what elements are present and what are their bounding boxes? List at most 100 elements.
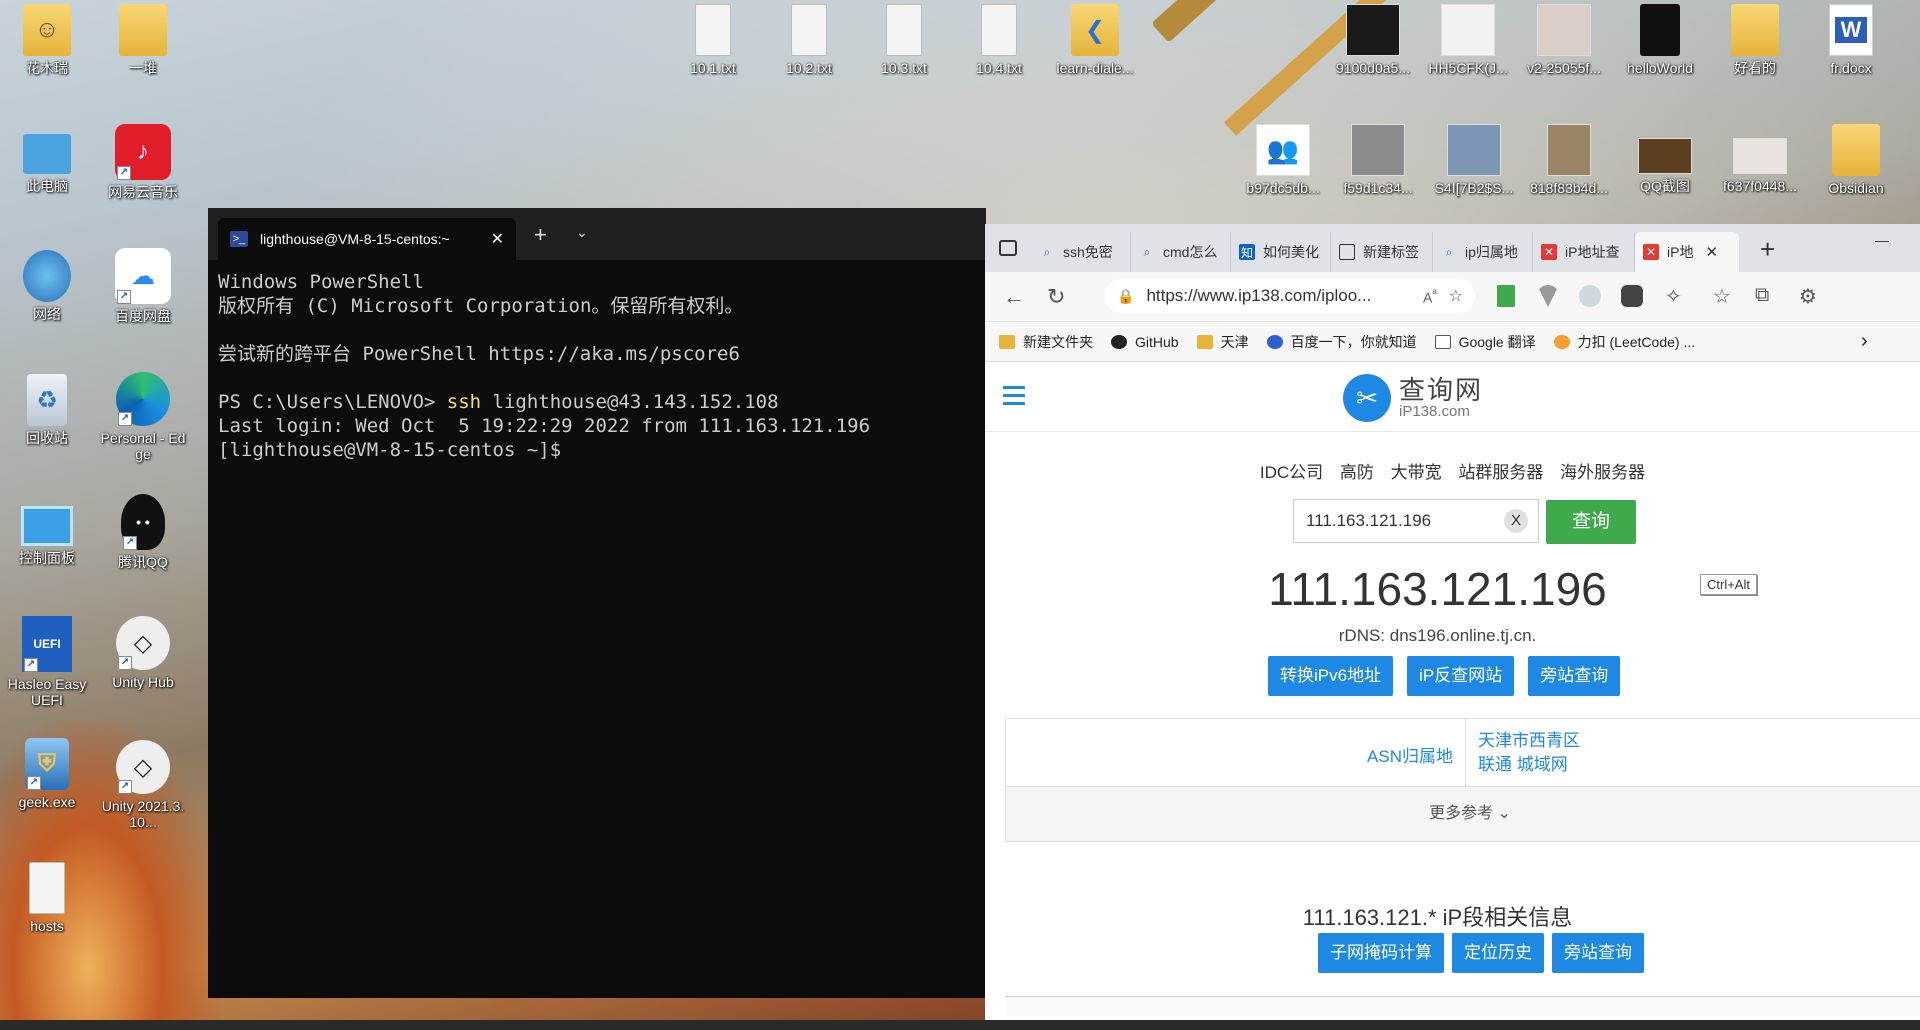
site-logo[interactable]: ✂ 查询网 iP138.com	[1343, 374, 1483, 422]
asn-location-link[interactable]: 天津市西青区	[1478, 729, 1580, 753]
download-extension-icon[interactable]	[1497, 285, 1515, 307]
subnet-calc-button[interactable]: 子网掩码计算	[1318, 933, 1444, 973]
add-favorite-icon[interactable]: ☆	[1449, 286, 1463, 306]
desktop-icon-this-pc[interactable]: 此电脑	[4, 128, 90, 194]
favorites-icon[interactable]: ☆	[1713, 284, 1731, 309]
desktop-icon-image[interactable]: 9100d0a5...	[1330, 4, 1416, 76]
close-icon[interactable]: ✕	[1705, 243, 1718, 261]
desktop-icon-image[interactable]: HH5CFK(J...	[1425, 4, 1511, 76]
bookmark-item[interactable]: 百度一下，你就知道	[1266, 332, 1417, 352]
desktop-icon-folder[interactable]: Obsidian	[1813, 124, 1899, 196]
desktop-icon-image[interactable]: S4I[7B2$S...	[1431, 124, 1517, 196]
tab-actions-icon[interactable]	[999, 240, 1017, 256]
bookmarks-more-icon[interactable]: ›	[1861, 330, 1868, 353]
terminal-output[interactable]: Windows PowerShell 版权所有 (C) Microsoft Co…	[208, 260, 986, 472]
desktop-icon-netease[interactable]: ♪ ↗ 网易云音乐	[100, 124, 186, 200]
vue-extension-icon[interactable]	[1537, 285, 1559, 307]
desktop-icon-label: 9100d0a5...	[1336, 60, 1410, 76]
bookmark-item[interactable]: 天津	[1196, 332, 1249, 352]
browser-toolbar: ← ↻ 🔒 https://www.ip138.com/iploo... Aᵃ …	[985, 272, 1920, 322]
nav-link[interactable]: 站群服务器	[1458, 463, 1543, 482]
query-button[interactable]: 查询	[1546, 500, 1636, 544]
chevron-down-icon[interactable]: ⌄	[576, 224, 588, 241]
nav-link[interactable]: 高防	[1340, 463, 1374, 482]
browser-tab[interactable]: ⌕ ssh免密	[1031, 232, 1131, 272]
collections-icon[interactable]: ⧉	[1755, 284, 1769, 307]
bookmark-item[interactable]: 新建文件夹	[999, 332, 1093, 352]
browser-tab[interactable]: 知 如何美化	[1231, 232, 1331, 272]
desktop-icon-network[interactable]: 网络	[4, 250, 90, 322]
clear-input-button[interactable]: X	[1504, 509, 1528, 533]
desktop-icon-recycle-bin[interactable]: ♻ 回收站	[4, 374, 90, 446]
folder-icon	[1196, 334, 1213, 349]
nav-link[interactable]: 大带宽	[1391, 463, 1442, 482]
reverse-ip-button[interactable]: iP反查网站	[1407, 656, 1515, 696]
desktop-icon-image[interactable]: v2-25055f...	[1521, 4, 1607, 76]
refresh-icon[interactable]: ↻	[1047, 284, 1065, 310]
desktop-icon-image[interactable]: f637f0448...	[1717, 124, 1803, 194]
new-tab-button[interactable]: +	[534, 222, 547, 248]
desktop-icon-word[interactable]: W fr.docx	[1808, 4, 1894, 76]
bookmark-label: Google 翻译	[1458, 333, 1536, 350]
address-bar[interactable]: 🔒 https://www.ip138.com/iploo... Aᵃ ☆	[1105, 278, 1475, 314]
minimize-button[interactable]: —	[1875, 232, 1889, 248]
bookmark-label: 天津	[1220, 333, 1249, 350]
desktop-icon-hosts[interactable]: hosts	[4, 862, 90, 934]
desktop-icon-baidu-pan[interactable]: ☁ ↗ 百度网盘	[100, 248, 186, 324]
more-reference-toggle[interactable]: 更多参考 ⌄	[1006, 787, 1920, 841]
location-history-button[interactable]: 定位历史	[1452, 933, 1544, 973]
terminal-line: Windows PowerShell	[218, 271, 424, 293]
desktop-icon-image[interactable]: QQ截图	[1622, 124, 1708, 194]
terminal-window[interactable]: >_ lighthouse@VM-8-15-centos:~ ✕ + ⌄ Win…	[208, 208, 986, 998]
browser-tab-active[interactable]: ✕ iP地 ✕	[1635, 232, 1739, 272]
browser-tab[interactable]: ⌕ cmd怎么	[1131, 232, 1231, 272]
read-aloud-icon[interactable]: Aᵃ	[1423, 287, 1437, 306]
sibling-site-button[interactable]: 旁站查询	[1552, 933, 1644, 973]
asn-label[interactable]: ASN归属地	[1006, 719, 1466, 786]
desktop-icon-image[interactable]: 👥 b97dc5db...	[1240, 124, 1326, 196]
nav-link[interactable]: IDC公司	[1260, 463, 1323, 482]
convert-ipv6-button[interactable]: 转换iPv6地址	[1268, 656, 1394, 696]
webpage-content[interactable]: ✂ 查询网 iP138.com IDC公司 高防 大带宽 站群服务器 海外服务器…	[985, 362, 1920, 1022]
desktop-icon-geek[interactable]: ⛨ ↗ geek.exe	[4, 738, 90, 810]
desktop-icon-file[interactable]: 10.4.txt	[956, 4, 1042, 76]
new-tab-button[interactable]: +	[1760, 234, 1775, 265]
desktop-icon-control-panel[interactable]: 控制面板	[4, 498, 90, 566]
browser-tab[interactable]: ✕ iP地址查	[1533, 232, 1635, 272]
desktop-icon-qq[interactable]: • • ↗ 腾讯QQ	[100, 494, 186, 570]
nav-link[interactable]: 海外服务器	[1560, 463, 1645, 482]
desktop-icon-file[interactable]: 10.3.txt	[861, 4, 947, 76]
desktop-icon-unity-hub[interactable]: ◇ ↗ Unity Hub	[100, 616, 186, 690]
desktop-icon-unity[interactable]: ◇ ↗ Unity 2021.3.10...	[100, 740, 186, 830]
bookmark-item[interactable]: GitHub	[1111, 334, 1179, 350]
desktop-icon-file[interactable]: 10.2.txt	[766, 4, 852, 76]
hamburger-menu-icon[interactable]	[1003, 386, 1025, 410]
browser-tab[interactable]: ⌕ ip归属地	[1433, 232, 1533, 272]
settings-icon[interactable]: ⚙	[1799, 284, 1817, 309]
bookmark-item[interactable]: Google 翻译	[1434, 332, 1536, 352]
terminal-line: 版权所有 (C) Microsoft Corporation。保留所有权利。	[218, 295, 744, 317]
desktop-icon-edge[interactable]: ↗ Personal - Edge	[100, 372, 186, 462]
desktop-icon-yidui[interactable]: 一堆	[100, 4, 186, 76]
asn-isp-link[interactable]: 联通 城域网	[1478, 753, 1580, 777]
desktop-icon-file[interactable]: 10.1.txt	[670, 4, 756, 76]
react-extension-icon[interactable]	[1579, 285, 1601, 307]
desktop-icon-hua[interactable]: ☺ 花木瑞	[4, 4, 90, 76]
browser-tab[interactable]: 新建标签	[1331, 232, 1433, 272]
close-icon[interactable]: ✕	[491, 229, 504, 249]
desktop-icon-label: 10.1.txt	[690, 60, 736, 76]
incognito-extension-icon[interactable]	[1621, 285, 1643, 307]
desktop-icon-image[interactable]: f59d1c34...	[1335, 124, 1421, 196]
desktop-icon-easyuefi[interactable]: UEFI ↗ Hasleo EasyUEFI	[4, 616, 90, 708]
desktop-icon-folder[interactable]: ❮ learn-diale...	[1052, 4, 1138, 76]
back-arrow-icon[interactable]: ←	[1003, 284, 1025, 310]
bookmark-item[interactable]: 力扣 (LeetCode) ...	[1553, 332, 1695, 352]
browser-window[interactable]: ⌕ ssh免密 ⌕ cmd怎么 知 如何美化 新建标签 ⌕ ip归属地 ✕ iP…	[985, 224, 1920, 1022]
sibling-site-button[interactable]: 旁站查询	[1528, 656, 1621, 696]
desktop-icon-folder[interactable]: helloWorld	[1617, 4, 1703, 76]
extensions-puzzle-icon[interactable]: ✧	[1665, 284, 1682, 309]
terminal-tab[interactable]: >_ lighthouse@VM-8-15-centos:~ ✕	[218, 218, 516, 260]
desktop-icon-image[interactable]: 818f83b4d...	[1526, 124, 1612, 196]
ip-search-input[interactable]: 111.163.121.196 X	[1293, 499, 1539, 543]
desktop-icon-folder[interactable]: 好看的	[1712, 4, 1798, 76]
